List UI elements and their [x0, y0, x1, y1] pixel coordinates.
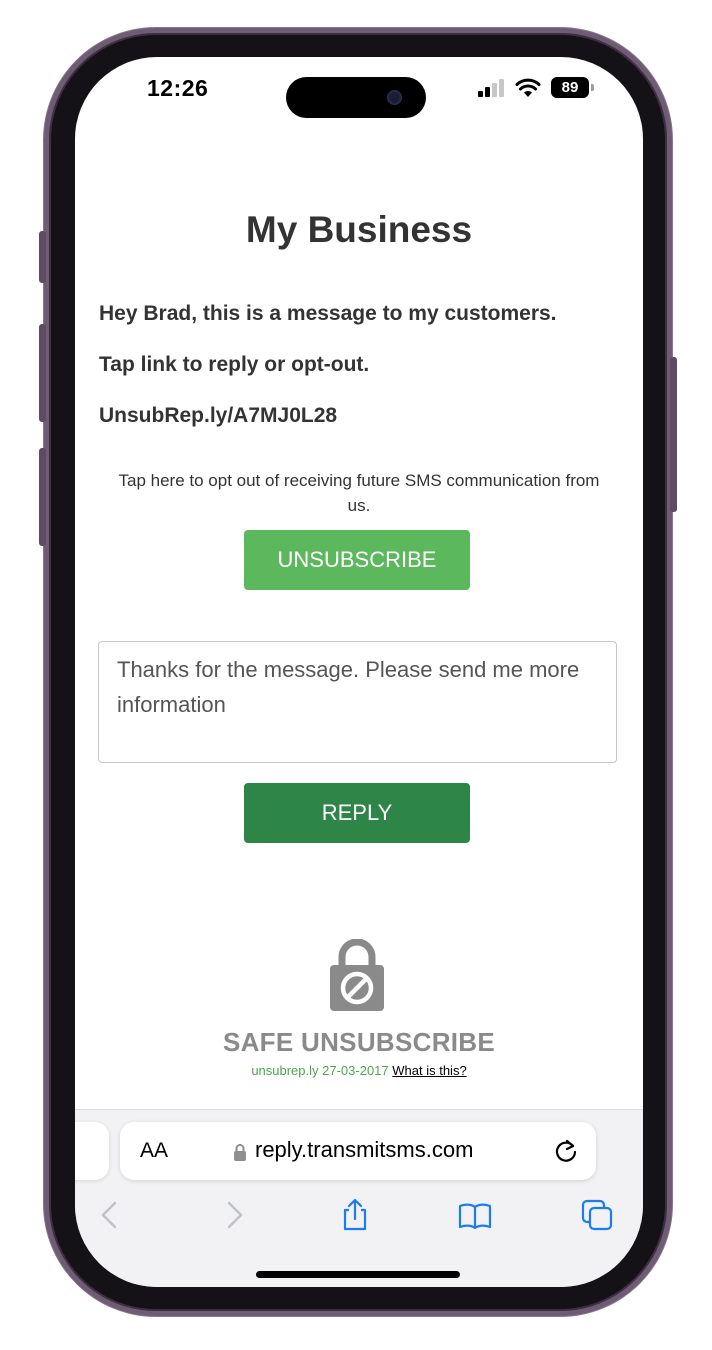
reply-textarea[interactable]: Thanks for the message. Please send me m… — [98, 641, 617, 763]
phone-screen: 12:26 89 My Business Hey Brad, this is a… — [75, 57, 643, 1287]
forward-icon[interactable] — [217, 1198, 251, 1232]
url-text: reply.transmitsms.com — [255, 1137, 474, 1162]
message-line-1: Hey Brad, this is a message to my custom… — [99, 302, 557, 325]
volume-up-button — [39, 324, 46, 422]
camera-icon — [387, 90, 402, 105]
address-bar[interactable]: AA reply.transmitsms.com — [120, 1122, 596, 1180]
optout-note: Tap here to opt out of receiving future … — [118, 471, 600, 515]
previous-tab-pill[interactable] — [75, 1122, 109, 1180]
lock-icon — [330, 939, 384, 1011]
what-is-this-link[interactable]: What is this? — [392, 1063, 466, 1078]
padlock-icon — [234, 1144, 246, 1161]
tabs-icon[interactable] — [580, 1198, 614, 1232]
text-size-label: AA — [140, 1139, 169, 1162]
page-title: My Business — [245, 209, 473, 250]
bookmarks-icon[interactable] — [458, 1198, 492, 1232]
safe-unsubscribe-footer: unsubrep.ly 27-03-2017 What is this? — [75, 1063, 643, 1078]
power-button — [670, 357, 677, 512]
home-indicator[interactable] — [256, 1271, 460, 1278]
reply-button[interactable]: REPLY — [244, 783, 470, 843]
status-time: 12:26 — [147, 75, 209, 101]
battery-icon: 89 — [551, 77, 589, 98]
share-icon[interactable] — [338, 1198, 372, 1232]
message-link: UnsubRep.ly/A7MJ0L28 — [99, 404, 338, 427]
safe-domain-date: unsubrep.ly 27-03-2017 — [251, 1063, 389, 1078]
signal-icon — [478, 79, 508, 97]
reload-icon[interactable] — [553, 1138, 579, 1164]
battery-nub — [591, 84, 594, 91]
wifi-icon — [515, 78, 541, 97]
dynamic-island — [286, 77, 426, 118]
safari-toolbar: AA reply.transmitsms.com — [75, 1109, 643, 1287]
text-size-button[interactable]: AA — [140, 1139, 168, 1163]
volume-down-button — [39, 448, 46, 546]
message-line-2: Tap link to reply or opt-out. — [99, 353, 370, 376]
unsubscribe-button[interactable]: UNSUBSCRIBE — [244, 530, 470, 590]
action-button — [39, 231, 46, 283]
safe-unsubscribe-title: SAFE UNSUBSCRIBE — [222, 1027, 496, 1057]
back-icon[interactable] — [93, 1198, 127, 1232]
